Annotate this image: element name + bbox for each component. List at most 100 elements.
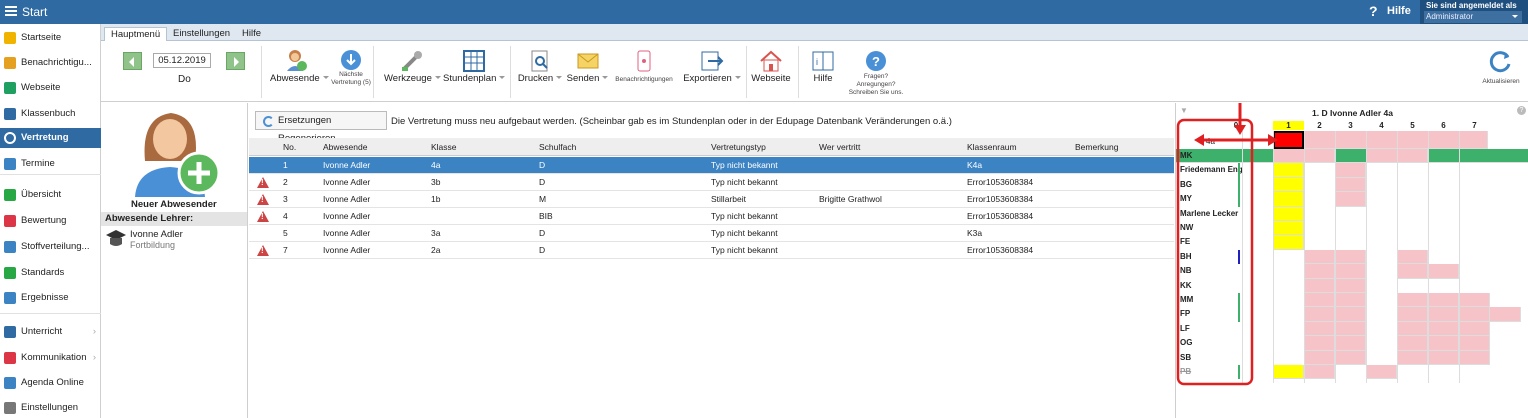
send-button[interactable]: Senden <box>566 49 609 84</box>
help-button[interactable]: i Hilfe <box>808 49 838 84</box>
weekday-label: Do <box>178 74 191 85</box>
column-header[interactable]: No. <box>283 139 296 155</box>
absent-label: Abwesende <box>270 73 320 84</box>
sidebar-item-appointments[interactable]: Termine <box>0 154 101 174</box>
top-bar: Start ? Hilfe Sie sind angemeldet als Ad… <box>0 0 1528 24</box>
menu-icon[interactable] <box>5 6 17 16</box>
list-icon <box>4 241 16 253</box>
sidebar-item-overview[interactable]: Übersicht <box>0 185 101 205</box>
cell-no: 3 <box>283 194 288 204</box>
next-substitution-label: Nächste Vertretung (5) <box>331 71 371 86</box>
column-header[interactable]: Vertretungstyp <box>711 139 766 155</box>
cell-room: Error1053608384 <box>967 211 1034 221</box>
user-select[interactable]: Administrator <box>1424 11 1522 23</box>
refresh-button[interactable]: Aktualisieren <box>1478 49 1524 86</box>
teacher-label[interactable]: MK <box>1180 151 1242 160</box>
column-header[interactable]: Schulfach <box>539 139 576 155</box>
sidebar-item-home[interactable]: Startseite <box>0 28 101 48</box>
annotation-arrowhead <box>1268 134 1278 146</box>
table-row[interactable]: 3 Ivonne Adler 1b M Stillarbeit Brigitte Grat… <box>249 191 1174 208</box>
sidebar-item-label: Webseite <box>21 82 61 93</box>
sidebar-item-label: Bewertung <box>21 215 67 226</box>
sidebar-item-website[interactable]: Webseite <box>0 78 101 98</box>
book-icon <box>4 108 16 120</box>
new-absent-avatar-icon[interactable] <box>131 107 223 197</box>
column-header[interactable]: Klasse <box>431 139 457 155</box>
column-header[interactable]: Klassenraum <box>967 139 1017 155</box>
export-icon <box>701 51 724 71</box>
house-icon <box>760 50 782 72</box>
phone-icon <box>637 50 651 72</box>
export-button[interactable]: Exportieren <box>679 49 745 84</box>
table-row[interactable]: 4 Ivonne Adler BIB Typ nicht bekannt Error10… <box>249 208 1174 225</box>
feedback-button[interactable]: ? Fragen? Anregungen? Schreiben Sie uns. <box>846 49 906 97</box>
warning-icon <box>257 245 269 256</box>
bar-chart-icon <box>4 292 16 304</box>
sidebar-item-grading[interactable]: Bewertung <box>0 211 101 231</box>
cell-subject: D <box>539 228 546 238</box>
arrow-down-circle-icon <box>341 50 361 70</box>
column-header[interactable]: Abwesende <box>323 139 367 155</box>
sidebar-item-settings[interactable]: Einstellungen <box>0 398 101 418</box>
sidebar-item-classbook[interactable]: Klassenbuch <box>0 104 101 124</box>
print-label: Drucken <box>517 73 554 84</box>
tab-help[interactable]: Hilfe <box>236 27 267 41</box>
house-icon <box>4 82 16 94</box>
absent-button[interactable]: Abwesende <box>270 49 329 84</box>
table-row[interactable]: 2 Ivonne Adler 3b D Typ nicht bekannt Error10… <box>249 174 1174 191</box>
date-field[interactable]: 05.12.2019 <box>153 53 211 68</box>
sidebar-item-notifications[interactable]: Benachrichtigu... <box>0 53 101 73</box>
column-header[interactable]: Wer vertritt <box>819 139 860 155</box>
sidebar-item-results[interactable]: Ergebnisse <box>0 288 101 308</box>
website-button[interactable]: Webseite <box>751 49 791 84</box>
svg-text:i: i <box>816 57 818 67</box>
envelope-icon <box>4 57 16 69</box>
cell-no: 7 <box>283 245 288 255</box>
print-preview-icon <box>531 50 548 72</box>
sidebar-divider <box>0 174 101 175</box>
send-label: Senden <box>566 73 600 84</box>
person-icon <box>4 132 16 144</box>
notifications-button[interactable]: Benachrichtigungen <box>612 49 676 84</box>
help-icon[interactable]: ? <box>1369 3 1378 19</box>
cell-klasse: 4a <box>431 160 441 170</box>
sidebar-item-syllabus[interactable]: Stoffverteilung... <box>0 237 101 257</box>
warning-icon <box>257 177 269 188</box>
sidebar-item-standards[interactable]: Standards <box>0 263 101 283</box>
print-button[interactable]: Drucken <box>517 49 563 84</box>
regenerate-button[interactable]: Ersetzungen Regenerieren <box>255 111 387 144</box>
cell-room: Error1053608384 <box>967 245 1034 255</box>
absent-teacher-name[interactable]: Ivonne Adler <box>130 229 183 240</box>
sidebar-item-label: Agenda Online <box>21 377 84 388</box>
ribbon-divider <box>373 46 374 98</box>
cell-absent: Ivonne Adler <box>323 245 371 255</box>
ribbon-divider <box>746 46 747 98</box>
sidebar-item-lessons[interactable]: Unterricht › <box>0 322 101 342</box>
next-substitution-button[interactable]: Nächste Vertretung (5) <box>331 49 371 87</box>
sidebar-item-label: Unterricht <box>21 326 63 337</box>
tab-main-menu[interactable]: Hauptmenü <box>104 27 168 41</box>
help-link[interactable]: Hilfe <box>1387 5 1411 17</box>
table-row[interactable]: 1 Ivonne Adler 4a D Typ nicht bekannt K4a <box>249 157 1174 174</box>
table-row[interactable]: 7 Ivonne Adler 2a D Typ nicht bekannt Error10… <box>249 242 1174 259</box>
table-row[interactable]: 5 Ivonne Adler 3a D Typ nicht bekannt K3a <box>249 225 1174 242</box>
sidebar-item-label: Stoffverteilung... <box>21 241 90 252</box>
sidebar-item-substitution[interactable]: Vertretung <box>0 128 101 148</box>
question-icon: ? <box>866 51 886 71</box>
cell-klasse: 2a <box>431 245 441 255</box>
sidebar-item-agenda[interactable]: Agenda Online <box>0 373 101 393</box>
tools-button[interactable]: Werkzeuge <box>384 49 441 84</box>
logged-in-caption: Sie sind angemeldet als <box>1426 1 1517 10</box>
substitution-list-panel: Ersetzungen Regenerieren Die Vertretung … <box>249 103 1174 418</box>
sidebar-item-communication[interactable]: Kommunikation › <box>0 348 101 368</box>
new-absent-label[interactable]: Neuer Abwesender <box>131 199 217 210</box>
next-day-button[interactable] <box>226 52 245 70</box>
sidebar-item-label: Einstellungen <box>21 402 79 413</box>
column-header[interactable]: Bemerkung <box>1075 139 1118 155</box>
prev-day-button[interactable] <box>123 52 142 70</box>
cell-subject: D <box>539 245 546 255</box>
export-label: Exportieren <box>683 73 732 84</box>
cell-type: Typ nicht bekannt <box>711 228 778 238</box>
timetable-button[interactable]: Stundenplan <box>443 49 506 84</box>
tab-settings[interactable]: Einstellungen <box>167 27 236 41</box>
